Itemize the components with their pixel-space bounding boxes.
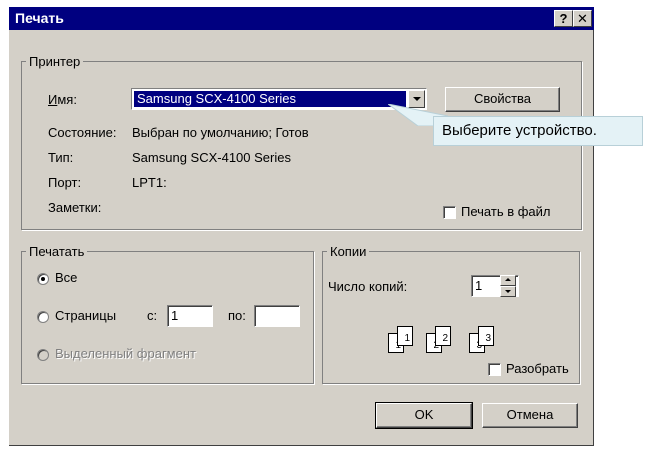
print-to-file-label[interactable]: Печать в файл	[461, 204, 551, 219]
dialog-title: Печать	[15, 10, 64, 26]
spin-down-icon[interactable]	[500, 286, 516, 297]
printer-group-label: Принтер	[29, 54, 81, 69]
cancel-button[interactable]: Отмена	[482, 403, 578, 428]
close-button[interactable]: ✕	[573, 10, 592, 27]
status-value: Выбран по умолчанию; Готов	[132, 125, 309, 140]
printer-name-label: Имя:	[48, 92, 77, 107]
from-page-input[interactable]: 1	[167, 305, 213, 327]
from-page-label: с:	[147, 308, 158, 323]
printer-name-select[interactable]: Samsung SCX-4100 Series	[131, 88, 427, 110]
to-page-label: по:	[228, 308, 246, 323]
printer-name-value: Samsung SCX-4100 Series	[134, 91, 406, 107]
print-pages-label[interactable]: Страницы	[55, 308, 116, 323]
ok-button[interactable]: OK	[375, 402, 473, 429]
notes-label: Заметки:	[48, 200, 102, 215]
copies-count-label: Число копий:	[328, 279, 408, 294]
port-label: Порт:	[48, 175, 82, 190]
name-label-rest: мя:	[57, 92, 77, 107]
select-device-callout: Выберите устройство.	[433, 116, 643, 146]
title-bar: Печать ? ✕	[9, 7, 594, 30]
print-selection-radio[interactable]	[37, 349, 49, 361]
print-dialog: Печать ? ✕ Принтер Имя: Samsung SCX-4100…	[8, 6, 595, 447]
page-icon: 2	[435, 326, 451, 346]
name-label-accel: И	[48, 92, 58, 107]
print-all-label[interactable]: Все	[55, 270, 77, 285]
to-page-input[interactable]	[254, 305, 300, 327]
type-value: Samsung SCX-4100 Series	[132, 150, 291, 165]
port-value: LPT1:	[132, 175, 167, 190]
copies-spinner[interactable]	[500, 275, 516, 297]
type-label: Тип:	[48, 150, 74, 165]
print-to-file-checkbox[interactable]	[443, 206, 456, 219]
spin-up-icon[interactable]	[500, 275, 516, 286]
properties-button[interactable]: Свойства	[445, 87, 560, 112]
collate-label[interactable]: Разобрать	[506, 361, 569, 376]
copies-group-label: Копии	[330, 244, 367, 259]
print-all-radio[interactable]	[37, 273, 49, 285]
print-selection-label: Выделенный фрагмент	[55, 346, 196, 361]
page-icon: 3	[478, 326, 494, 346]
page-icon: 1	[397, 326, 413, 346]
collate-checkbox[interactable]	[488, 363, 501, 376]
help-button[interactable]: ?	[554, 10, 573, 27]
print-range-group-label: Печатать	[29, 244, 85, 259]
print-pages-radio[interactable]	[37, 311, 49, 323]
status-label: Состояние:	[48, 125, 117, 140]
